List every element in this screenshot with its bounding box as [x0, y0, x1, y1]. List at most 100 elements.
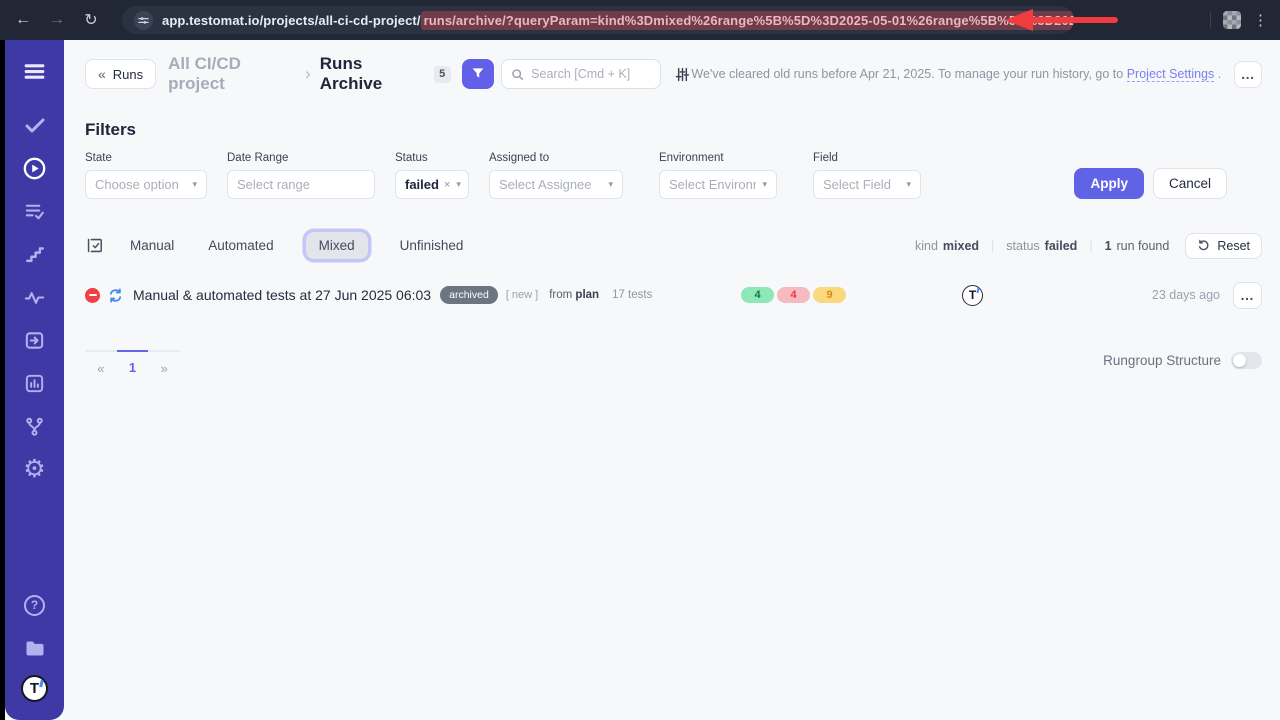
from-label: from: [549, 289, 572, 301]
cancel-button[interactable]: Cancel: [1153, 168, 1227, 199]
sidebar-item-tests[interactable]: [20, 112, 50, 138]
back-to-runs-button[interactable]: « Runs: [85, 59, 156, 89]
filters-title: Filters: [85, 120, 1262, 140]
run-time-ago: 23 days ago: [1152, 288, 1220, 302]
filter-field-status: Status failed × ▾: [395, 152, 469, 199]
apply-button[interactable]: Apply: [1074, 168, 1144, 199]
status-summary-value: failed: [1045, 239, 1078, 253]
browser-forward-icon[interactable]: →: [44, 7, 70, 33]
sidebar-item-milestones[interactable]: [20, 241, 50, 267]
reset-button[interactable]: Reset: [1185, 233, 1262, 259]
testomat-logo[interactable]: T: [21, 675, 48, 702]
summary-divider: |: [991, 239, 994, 253]
run-row[interactable]: Manual & automated tests at 27 Jun 2025 …: [85, 280, 1262, 310]
result-pills: 4 4 9: [741, 287, 846, 303]
status-select[interactable]: failed × ▾: [395, 170, 469, 199]
sidebar-item-analytics[interactable]: [20, 284, 50, 310]
browser-reload-icon[interactable]: ↻: [78, 7, 104, 33]
caret-down-icon: ▾: [608, 179, 613, 190]
reset-label: Reset: [1217, 239, 1250, 253]
caret-down-icon: ▾: [906, 179, 911, 190]
from-plan-text: from plan: [549, 289, 599, 301]
failed-count-pill: 4: [777, 287, 810, 303]
tab-mixed[interactable]: Mixed: [306, 232, 368, 259]
project-settings-link[interactable]: Project Settings: [1127, 67, 1215, 82]
notice-text: We've cleared old runs before Apr 21, 20…: [691, 67, 1221, 81]
pagination: « 1 »: [85, 350, 180, 376]
filter-field-environment: Environment Select Environment ▾: [659, 152, 777, 199]
sliders-icon[interactable]: [674, 66, 691, 83]
filters-section: Filters State Choose option ▾ Date Range: [85, 120, 1262, 199]
archived-badge: archived: [440, 286, 498, 304]
gear-icon: ⚙: [23, 457, 45, 482]
filters-fields: State Choose option ▾ Date Range Status: [85, 152, 1262, 199]
sidebar-item-reports[interactable]: [20, 370, 50, 396]
tab-automated[interactable]: Automated: [206, 232, 275, 259]
field-select[interactable]: Select Field ▾: [813, 170, 921, 199]
pagination-page-1[interactable]: 1: [117, 350, 149, 376]
tab-unfinished[interactable]: Unfinished: [398, 232, 466, 259]
page-header: « Runs All CI/CD project › Runs Archive …: [85, 57, 1262, 91]
status-value: failed: [405, 177, 439, 192]
address-bar[interactable]: app.testomat.io/projects/all-ci-cd-proje…: [122, 6, 1074, 34]
menu-icon[interactable]: [20, 58, 50, 84]
run-author-avatar[interactable]: T: [962, 285, 983, 306]
pagination-prev[interactable]: «: [85, 352, 117, 376]
url-text: app.testomat.io/projects/all-ci-cd-proje…: [162, 13, 1074, 28]
remove-status-icon[interactable]: ×: [444, 179, 450, 191]
header-more-button[interactable]: …: [1234, 61, 1262, 88]
sidebar: ⚙ ? T: [5, 40, 64, 720]
breadcrumb-page-title: Runs Archive: [320, 54, 424, 94]
browser-toolbar-right: ⋮: [1198, 11, 1268, 29]
search-input[interactable]: [531, 67, 651, 81]
state-select[interactable]: Choose option ▾: [85, 170, 207, 199]
run-title[interactable]: Manual & automated tests at 27 Jun 2025 …: [133, 287, 431, 303]
breadcrumb-chevron-icon: ›: [305, 64, 311, 84]
caret-down-icon: ▾: [192, 179, 197, 190]
date-range-input-wrap[interactable]: [227, 170, 375, 199]
filter-button[interactable]: [462, 59, 494, 89]
bottom-row: « 1 » Rungroup Structure: [85, 350, 1262, 376]
site-settings-icon[interactable]: [134, 11, 153, 30]
url-highlighted-query: runs/archive/?queryParam=kind%3Dmixed%26…: [421, 11, 1074, 30]
sidebar-item-test-plans[interactable]: [20, 198, 50, 224]
assigned-to-label: Assigned to: [489, 152, 623, 164]
rungroup-structure-label: Rungroup Structure: [1103, 353, 1221, 368]
new-tag: [ new ]: [506, 289, 538, 301]
assignee-select[interactable]: Select Assignee ▾: [489, 170, 623, 199]
browser-profile-avatar[interactable]: [1223, 11, 1241, 29]
found-count: 1: [1105, 239, 1112, 253]
search-box[interactable]: [501, 59, 661, 89]
filter-field-date-range: Date Range: [227, 152, 375, 199]
sidebar-item-branches[interactable]: [20, 413, 50, 439]
rungroup-structure-toggle[interactable]: [1231, 352, 1262, 369]
browser-back-icon[interactable]: ←: [10, 7, 36, 33]
checklist-icon[interactable]: [85, 236, 104, 255]
browser-chrome: ← → ↻ app.testomat.io/projects/all-ci-cd…: [0, 0, 1280, 40]
kind-value: mixed: [943, 239, 979, 253]
sidebar-item-help[interactable]: ?: [20, 592, 50, 618]
back-to-runs-label: Runs: [113, 67, 143, 82]
browser-menu-icon[interactable]: ⋮: [1253, 11, 1268, 29]
date-range-input[interactable]: [237, 177, 365, 192]
sidebar-item-projects[interactable]: [20, 635, 50, 661]
summary-divider: |: [1089, 239, 1092, 253]
filter-field-state: State Choose option ▾: [85, 152, 207, 199]
url-prefix: app.testomat.io/projects/all-ci-cd-proje…: [162, 13, 421, 28]
pagination-next[interactable]: »: [148, 352, 180, 376]
logo-letter: T: [30, 680, 39, 697]
sidebar-item-settings[interactable]: ⚙: [20, 456, 50, 482]
runs-count-badge: 5: [434, 66, 451, 83]
sidebar-item-runs[interactable]: [20, 155, 50, 181]
tab-manual[interactable]: Manual: [128, 232, 176, 259]
environment-select[interactable]: Select Environment ▾: [659, 170, 777, 199]
toolbar-divider: [1210, 12, 1211, 28]
notice-period: .: [1218, 67, 1221, 81]
run-kind-tabs: Manual Automated Mixed Unfinished kind m…: [85, 232, 1262, 259]
sidebar-item-import[interactable]: [20, 327, 50, 353]
breadcrumb-project[interactable]: All CI/CD project: [168, 54, 296, 94]
filter-field-assigned-to: Assigned to Select Assignee ▾: [489, 152, 623, 199]
run-more-button[interactable]: …: [1233, 282, 1262, 309]
tests-count: 17 tests: [612, 289, 652, 301]
toggle-knob: [1233, 354, 1246, 367]
